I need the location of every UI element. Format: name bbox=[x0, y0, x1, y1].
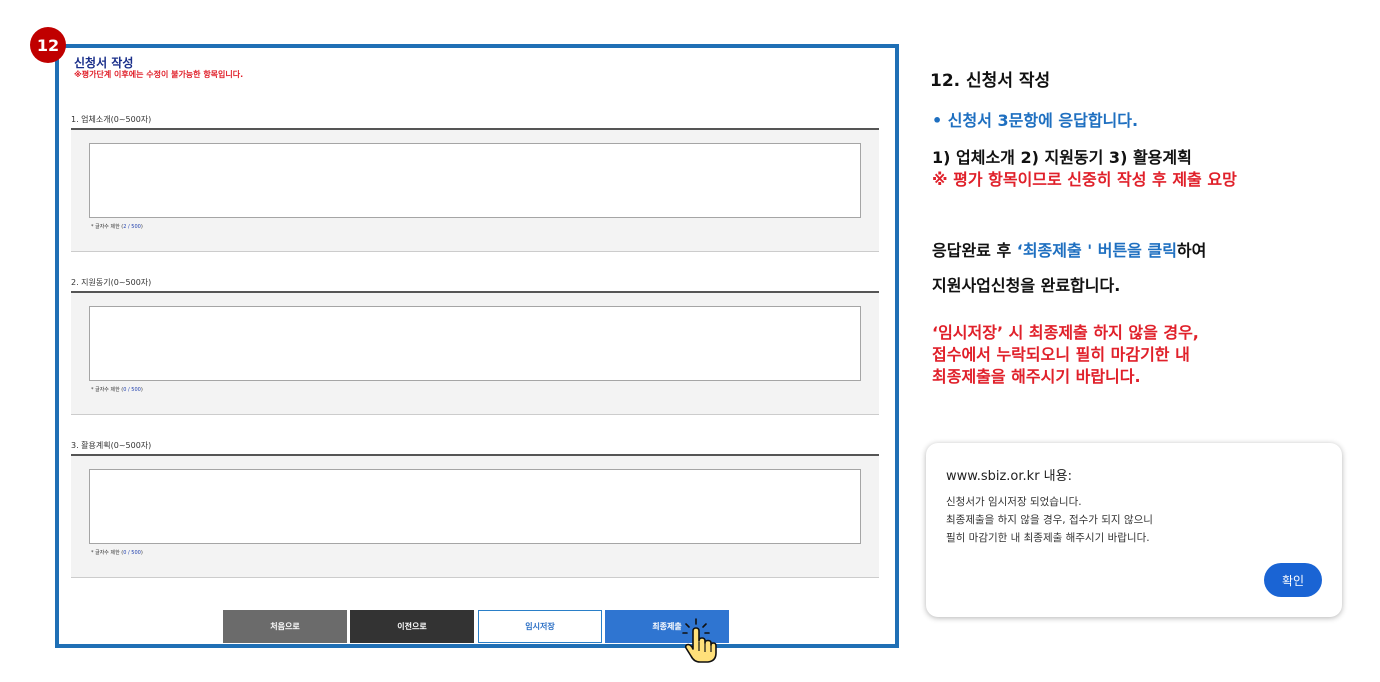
section-label: 3. 활용계획(0~500자) bbox=[71, 441, 152, 450]
dialog-title: www.sbiz.or.kr 내용: bbox=[946, 469, 1072, 484]
hand-pointer-click-icon bbox=[682, 618, 717, 663]
dialog-message: 신청서가 임시저장 되었습니다. 최종제출을 하지 않을 경우, 접수가 되지 … bbox=[946, 496, 1153, 544]
guide-warning: ‘임시저장’ 시 최종제출 하지 않을 경우, 접수에서 누락되오니 필히 마감… bbox=[932, 323, 1199, 386]
motivation-textarea[interactable] bbox=[89, 306, 861, 381]
guide-items: 1) 업체소개 2) 지원동기 3) 활용계획 bbox=[932, 148, 1192, 167]
char-count: * 글자수 제한 (2 / 500) bbox=[91, 224, 143, 230]
company-intro-textarea[interactable] bbox=[89, 143, 861, 218]
application-form-screenshot: 신청서 작성 ※평가단계 이후에는 수정이 불가능한 항목입니다. 1. 업체소… bbox=[55, 44, 899, 648]
section-motivation: 2. 지원동기(0~500자) * 글자수 제한 (0 / 500) bbox=[71, 275, 879, 415]
utilization-plan-textarea[interactable] bbox=[89, 469, 861, 544]
section-box: * 글자수 제한 (0 / 500) bbox=[71, 456, 879, 578]
temporary-save-button[interactable]: 임시저장 bbox=[478, 610, 602, 643]
alert-dialog: www.sbiz.or.kr 내용: 신청서가 임시저장 되었습니다. 최종제출… bbox=[926, 443, 1342, 617]
section-box: * 글자수 제한 (0 / 500) bbox=[71, 293, 879, 415]
section-box: * 글자수 제한 (2 / 500) bbox=[71, 130, 879, 252]
guide-instruction-cont: 지원사업신청을 완료합니다. bbox=[932, 276, 1121, 295]
guide-note: ※ 평가 항목이므로 신중히 작성 후 제출 요망 bbox=[932, 170, 1237, 189]
guide-bullet: • 신청서 3문항에 응답합니다. bbox=[932, 111, 1139, 130]
guide-title: 12. 신청서 작성 bbox=[930, 71, 1051, 91]
char-count: * 글자수 제한 (0 / 500) bbox=[91, 387, 143, 393]
previous-button[interactable]: 이전으로 bbox=[350, 610, 474, 643]
step-number-badge: 12 bbox=[30, 27, 66, 63]
form-warning: ※평가단계 이후에는 수정이 불가능한 항목입니다. bbox=[74, 70, 244, 79]
dialog-ok-button[interactable]: 확인 bbox=[1264, 563, 1322, 597]
first-page-button[interactable]: 처음으로 bbox=[223, 610, 347, 643]
section-label: 2. 지원동기(0~500자) bbox=[71, 278, 152, 287]
char-count: * 글자수 제한 (0 / 500) bbox=[91, 550, 143, 556]
section-label: 1. 업체소개(0~500자) bbox=[71, 115, 152, 124]
section-company-intro: 1. 업체소개(0~500자) * 글자수 제한 (2 / 500) bbox=[71, 112, 879, 252]
section-utilization-plan: 3. 활용계획(0~500자) * 글자수 제한 (0 / 500) bbox=[71, 438, 879, 578]
guide-instruction: 응답완료 후 ‘최종제출 ' 버튼을 클릭하여 bbox=[932, 241, 1207, 260]
